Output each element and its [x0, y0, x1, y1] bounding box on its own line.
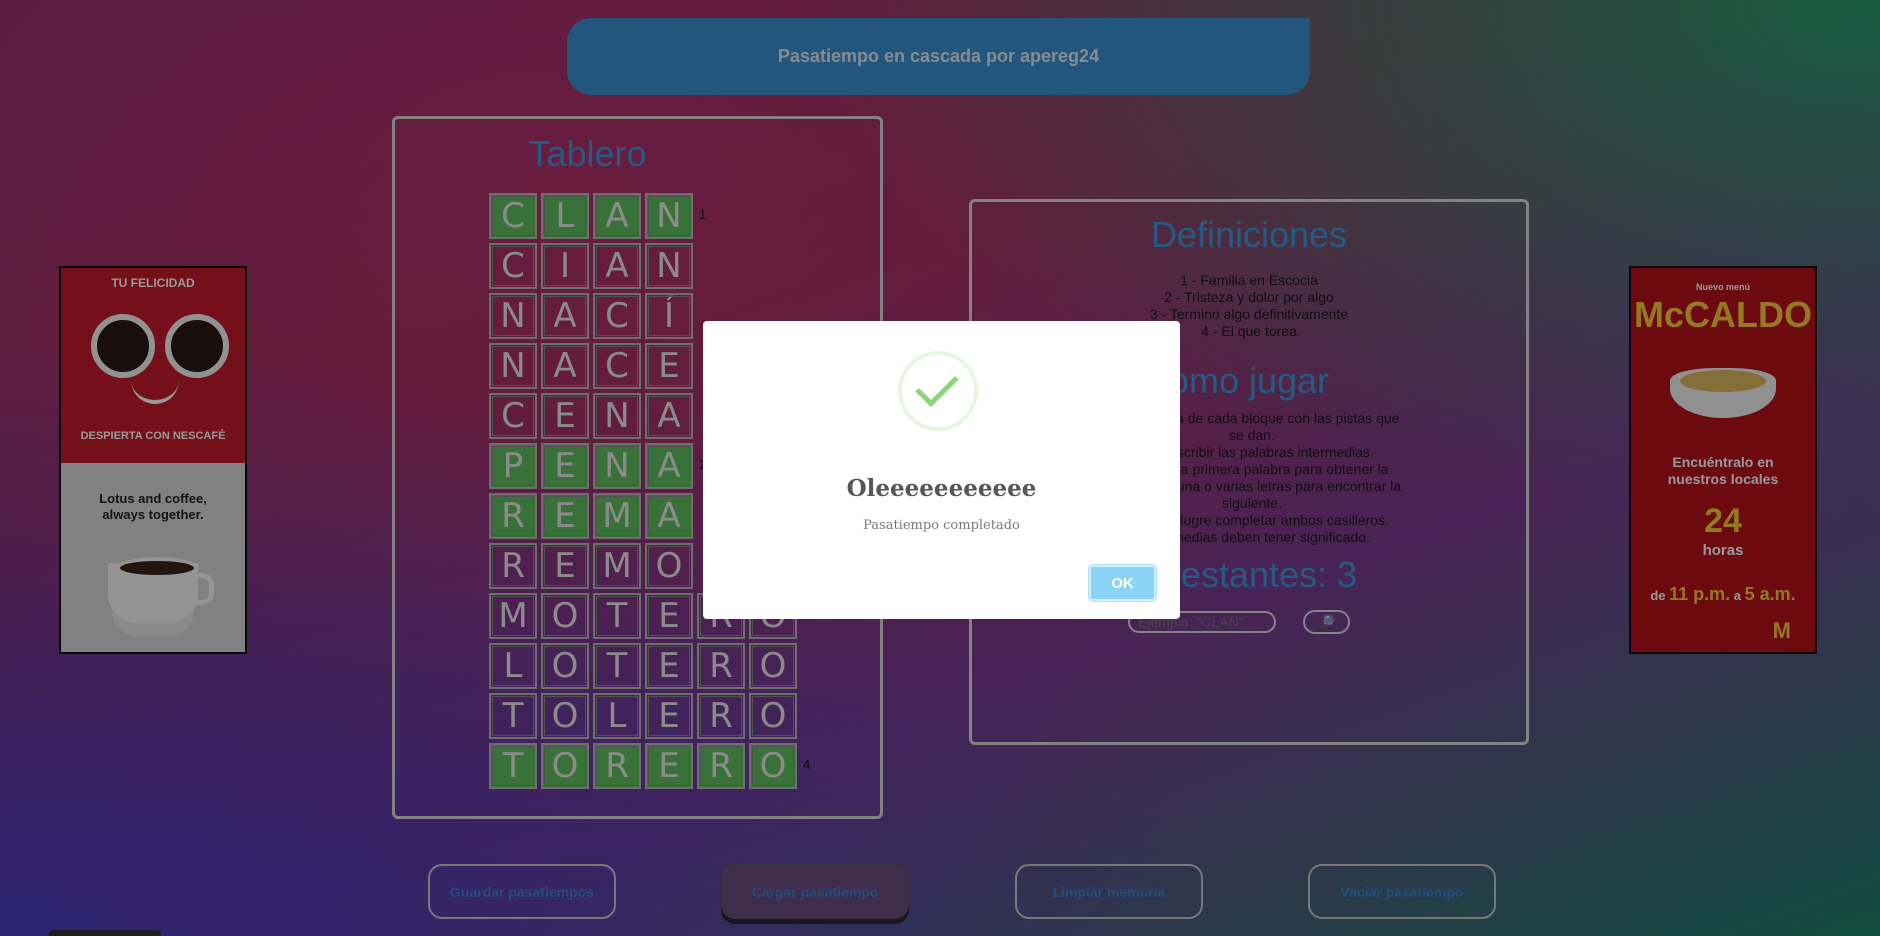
success-dialog: Oleeeeeeeeeee Pasatiempo completado OK	[703, 321, 1180, 619]
check-icon	[898, 351, 978, 431]
dialog-title: Oleeeeeeeeeee	[846, 475, 1037, 502]
dialog-text: Pasatiempo completado	[863, 518, 1020, 533]
ok-button[interactable]: OK	[1088, 564, 1157, 602]
